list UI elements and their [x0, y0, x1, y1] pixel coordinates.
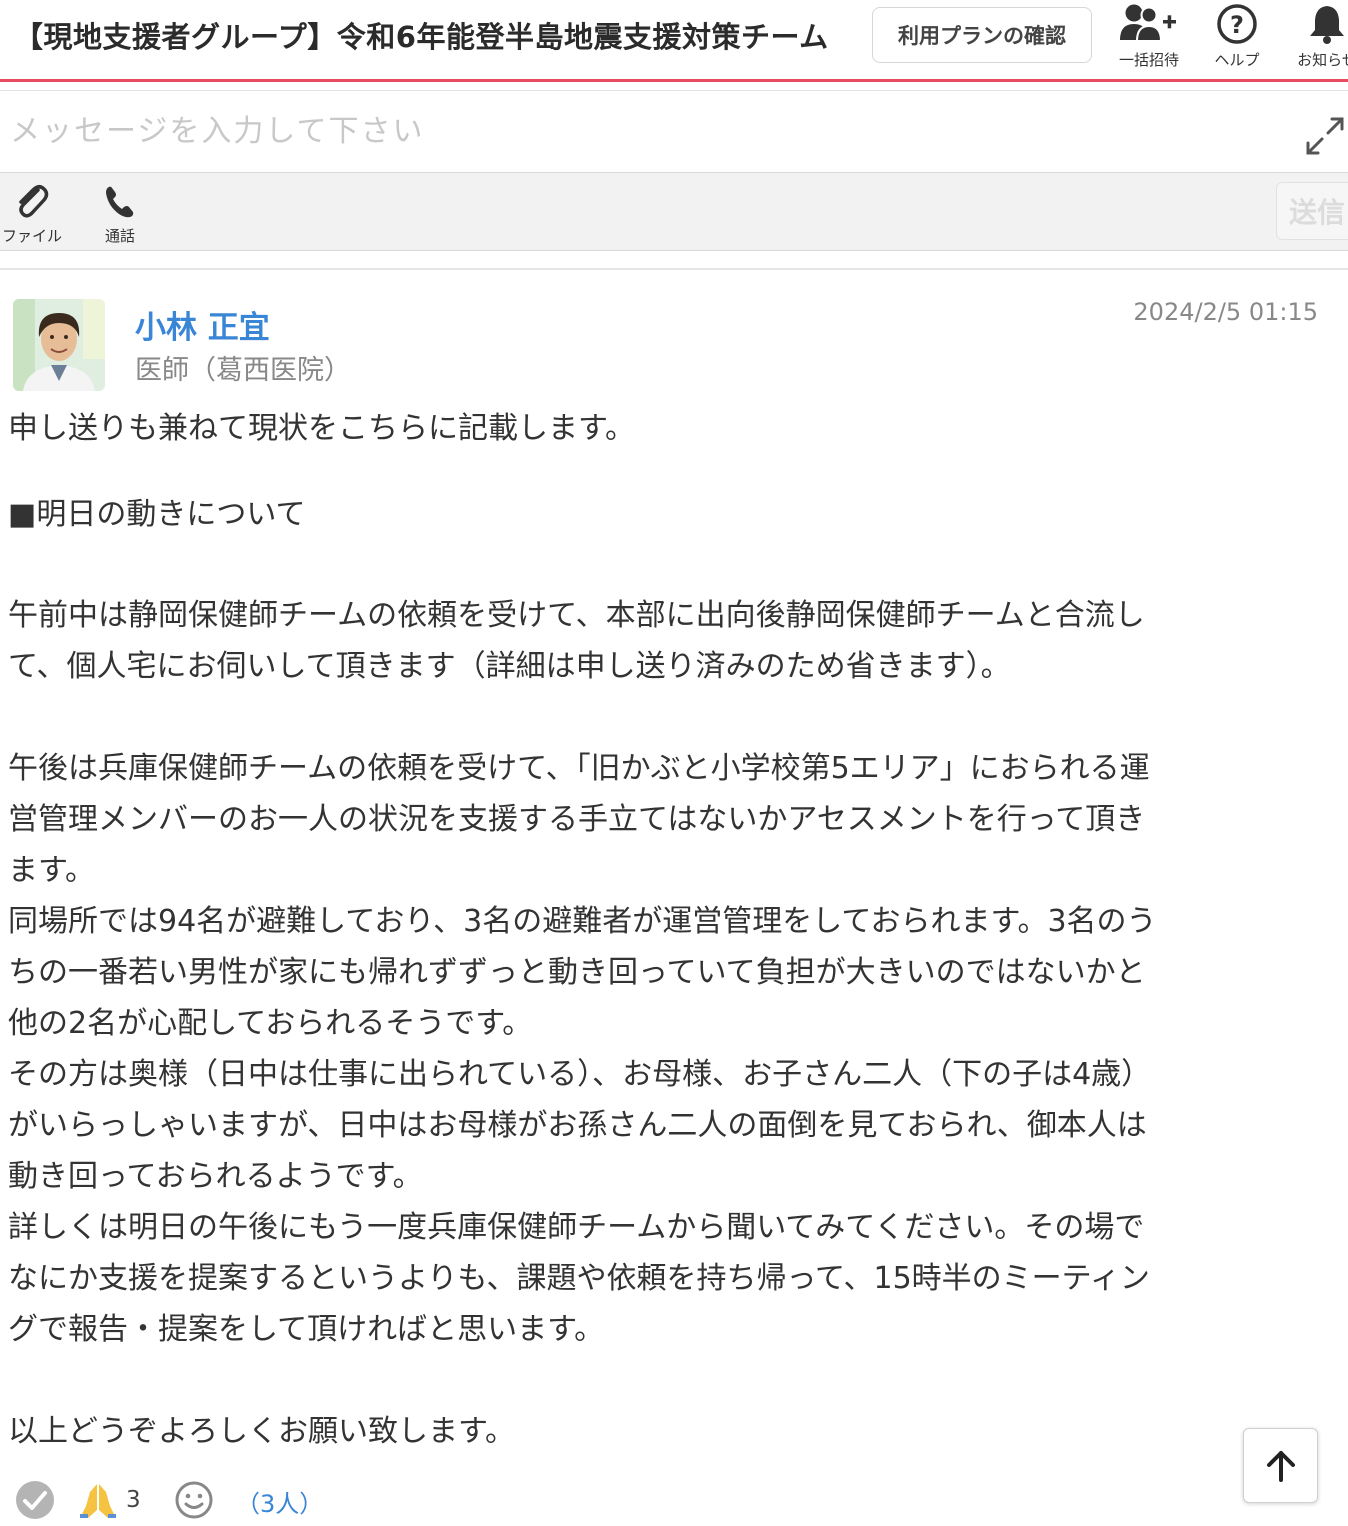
message-line: 営管理メンバーのお一人の状況を支援する手立てはないかアセスメントを行って頂き	[8, 802, 1146, 837]
message-line: その方は奥様（日中は仕事に出られている）、お母様、お子さん二人（下の子は4歳）	[8, 1057, 1152, 1092]
read-count-link[interactable]: （3人）	[236, 1484, 323, 1519]
user-plus-icon	[1120, 4, 1176, 42]
bulk-invite-label: 一括招待	[1118, 51, 1179, 69]
add-reaction-button[interactable]	[174, 1480, 214, 1520]
arrow-up-icon	[1266, 1450, 1295, 1482]
divider	[0, 268, 1348, 270]
message-line: ます。	[8, 853, 95, 888]
message-line: 午後は兵庫保健師チームの依頼を受けて、「旧かぶと小学校第5エリア」におられる運	[8, 751, 1150, 786]
call-label: 通話	[104, 227, 135, 245]
help-button[interactable]: ? ヘルプ	[1196, 2, 1278, 74]
message-composer	[0, 90, 1348, 174]
message-line: グで報告・提案をして頂ければと思います。	[8, 1312, 605, 1347]
scroll-to-top-button[interactable]	[1243, 1428, 1318, 1503]
author-avatar[interactable]	[13, 299, 105, 391]
message-line: ■明日の動きについて	[8, 497, 306, 532]
message-line: 以上どうぞよろしくお願い致します。	[8, 1414, 515, 1449]
svg-text:?: ?	[1230, 11, 1244, 39]
message-line: がいらっしゃいますが、日中はお母様がお孫さん二人の面倒を見ておられ、御本人は	[8, 1108, 1147, 1143]
pray-icon	[80, 1484, 116, 1518]
send-button[interactable]: 送信	[1276, 182, 1348, 240]
message-line: 動き回っておられるようです。	[8, 1159, 423, 1194]
author-name[interactable]: 小林 正宜	[135, 302, 270, 347]
paperclip-icon	[19, 185, 49, 218]
help-label: ヘルプ	[1214, 51, 1260, 69]
bulk-invite-button[interactable]: 一括招待	[1108, 2, 1190, 74]
message-input[interactable]	[0, 91, 1290, 171]
message-line: 同場所では94名が避難しており、3名の避難者が運営管理をしておられます。3名のう	[8, 904, 1157, 939]
message-line: 午前中は静岡保健師チームの依頼を受けて、本部に出向後静岡保健師チームと合流し	[8, 598, 1145, 633]
message-line: て、個人宅にお伺いして頂きます（詳細は申し送り済みのため省きます）。	[8, 649, 1011, 684]
help-icon: ?	[1217, 4, 1257, 44]
check-reaction-button[interactable]	[15, 1480, 55, 1520]
notifications-button[interactable]: お知らせ	[1286, 2, 1348, 74]
message-line: ちの一番若い男性が家にも帰れずずっと動き回っていて負担が大きいのではないかと	[8, 955, 1146, 990]
plan-check-button[interactable]: 利用プランの確認	[872, 7, 1092, 63]
composer-toolbar: ファイル 通話 送信	[0, 172, 1348, 251]
message-line: 申し送りも兼ねて現状をこちらに記載します。	[8, 411, 635, 446]
app-header: 【現地支援者グループ】令和6年能登半島地震支援対策チーム 利用プランの確認 一括…	[0, 0, 1348, 82]
phone-icon	[106, 186, 134, 218]
author-role: 医師（葛西医院）	[135, 355, 351, 386]
pray-reaction-button[interactable]: 3	[78, 1480, 141, 1520]
bell-icon	[1310, 6, 1344, 44]
message-line: なにか支援を提案するというよりも、課題や依頼を持ち帰って、15時半のミーティン	[8, 1261, 1150, 1296]
file-label: ファイル	[1, 227, 62, 245]
attach-file-button[interactable]: ファイル	[0, 181, 68, 246]
pray-count: 3	[126, 1487, 141, 1513]
group-title: 【現地支援者グループ】令和6年能登半島地震支援対策チーム	[14, 20, 829, 54]
call-button[interactable]: 通話	[86, 181, 154, 246]
expand-icon	[1306, 117, 1344, 155]
check-icon	[16, 1481, 54, 1519]
post-timestamp: 2024/2/5 01:15	[1133, 298, 1318, 326]
smile-icon	[175, 1481, 213, 1519]
message-line: 他の2名が心配しておられるそうです。	[8, 1006, 533, 1041]
expand-composer-button[interactable]	[1302, 113, 1348, 159]
message-line: 詳しくは明日の午後にもう一度兵庫保健師チームから聞いてみてください。その場で	[8, 1210, 1145, 1245]
notifications-label: お知らせ	[1297, 51, 1348, 69]
